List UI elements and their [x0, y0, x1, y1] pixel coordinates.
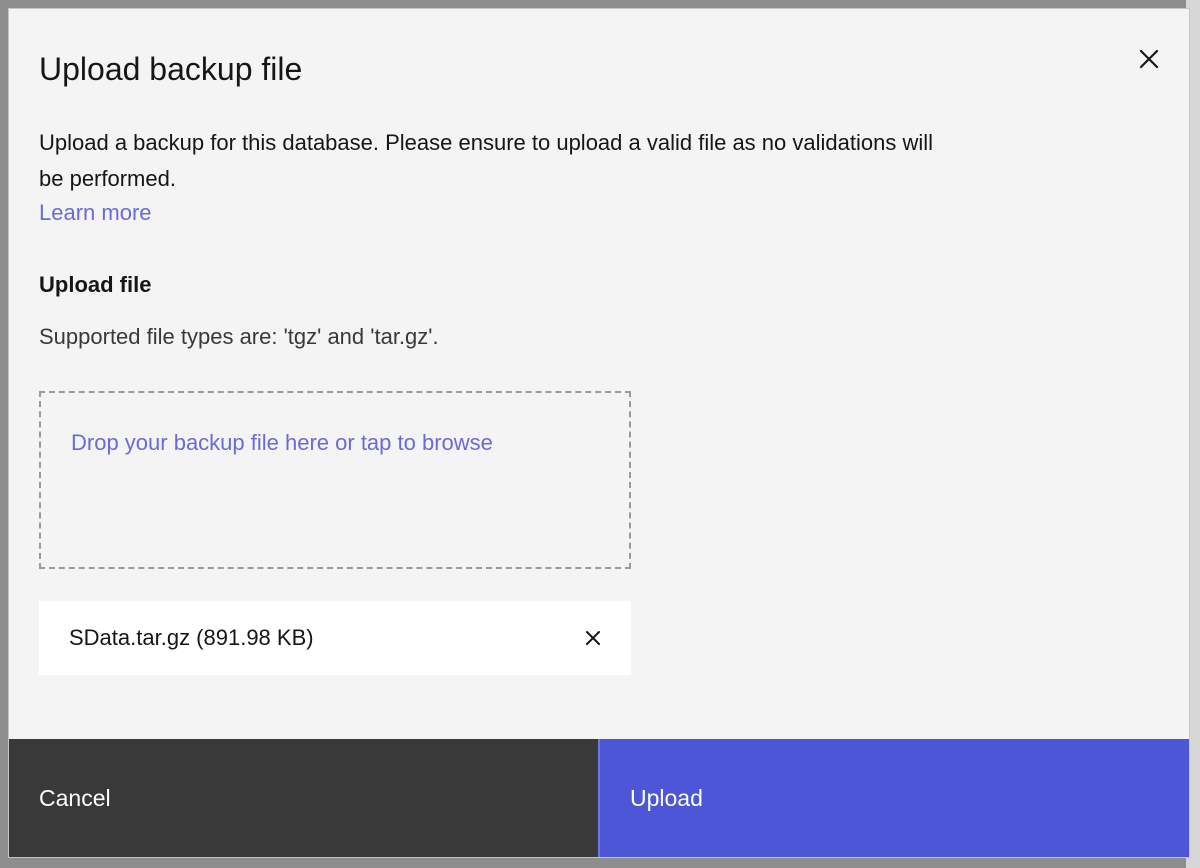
learn-more-link[interactable]: Learn more: [39, 195, 152, 231]
cancel-button[interactable]: Cancel: [9, 739, 598, 857]
modal-description: Upload a backup for this database. Pleas…: [39, 130, 933, 191]
remove-file-button[interactable]: [577, 622, 609, 654]
uploaded-file-item: SData.tar.gz (891.98 KB): [39, 601, 631, 675]
close-icon: [586, 631, 600, 645]
modal-title: Upload backup file: [39, 51, 303, 87]
file-name: SData.tar.gz (891.98 KB): [69, 625, 314, 650]
upload-button[interactable]: Upload: [598, 739, 1189, 857]
dropzone-text[interactable]: Drop your backup file here or tap to bro…: [71, 425, 493, 461]
modal-footer: Cancel Upload: [9, 739, 1189, 857]
page: Upload backup file Upload a backup for t…: [0, 0, 1200, 868]
upload-backup-modal: Upload backup file Upload a backup for t…: [8, 8, 1190, 858]
close-button[interactable]: [1129, 39, 1169, 79]
upload-file-label: Upload file: [39, 272, 152, 297]
supported-file-types-text: Supported file types are: 'tgz' and 'tar…: [39, 324, 439, 349]
close-icon: [1139, 49, 1159, 69]
file-dropzone[interactable]: Drop your backup file here or tap to bro…: [39, 391, 631, 569]
